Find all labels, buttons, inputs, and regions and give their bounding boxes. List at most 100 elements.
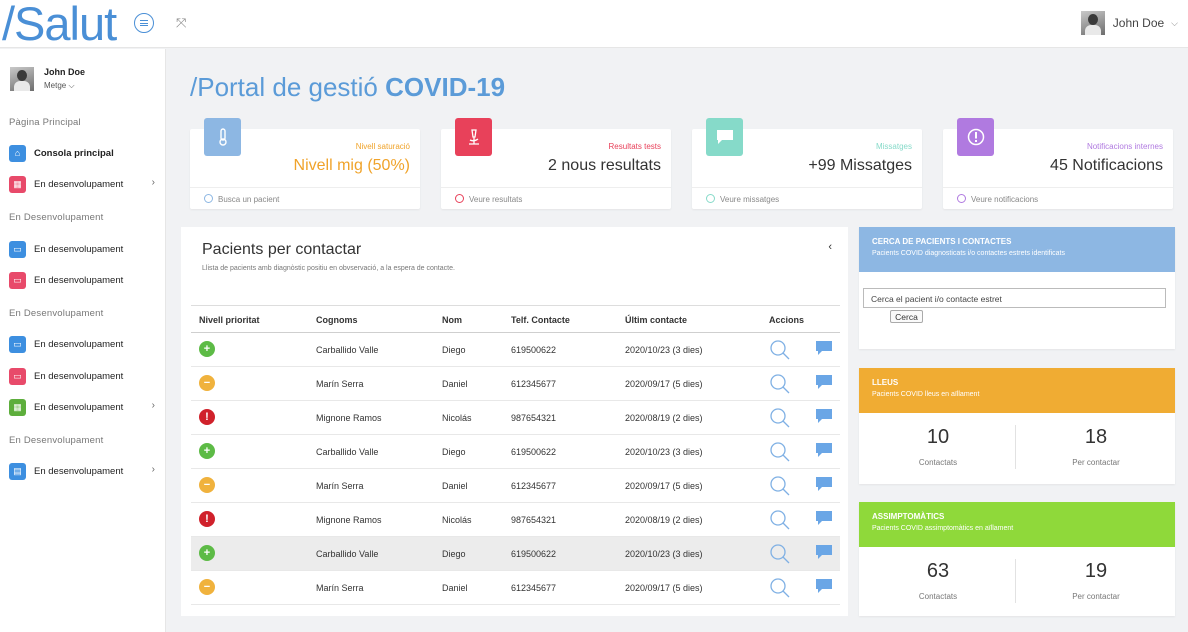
table-row[interactable]: − Marín Serra Daniel 612345677 2020/09/17 (5…	[191, 571, 840, 605]
cell-name: Nicolás	[442, 413, 472, 423]
stat-card-tests: Resultats tests 2 nous resultats Veure r…	[441, 118, 671, 209]
search-icon[interactable]	[769, 543, 791, 565]
stat-footer-link[interactable]: Veure missatges	[692, 187, 922, 209]
cell-last-contact: 2020/10/23 (3 dies)	[625, 345, 703, 355]
cell-last-contact: 2020/09/17 (5 dies)	[625, 379, 703, 389]
card-title: Cerca de pacients i contactes	[872, 237, 1012, 246]
table-row[interactable]: + Carballido Valle Diego 619500622 2020/10/2…	[191, 435, 840, 469]
sidebar-user[interactable]: John Doe Metge ⌵	[10, 67, 85, 91]
sidebar-item-console[interactable]: ⌂ Consola principal	[9, 144, 159, 162]
sidebar-item-dev-3[interactable]: ▭ En desenvolupament	[9, 271, 159, 289]
contacted-count: 63 Contactats	[918, 560, 958, 601]
priority-red-icon: !	[199, 409, 215, 425]
cell-phone: 619500622	[511, 345, 557, 355]
sidebar-item-dev-7[interactable]: ▤ En desenvolupament ›	[9, 462, 159, 480]
priority-green-icon: +	[199, 341, 215, 357]
cell-name: Diego	[442, 447, 466, 457]
card-title: Pacients per contactar	[202, 241, 362, 258]
card-header: Lleus Pacients COVID lleus en aïllament	[859, 368, 1175, 413]
cell-name: Daniel	[442, 379, 468, 389]
sidebar-item-dev-6[interactable]: ▦ En desenvolupament ›	[9, 398, 159, 416]
sidebar-item-dev-4[interactable]: ▭ En desenvolupament	[9, 335, 159, 353]
sidebar-item-dev-5[interactable]: ▭ En desenvolupament	[9, 367, 159, 385]
stat-label: Nivell saturació	[355, 142, 410, 151]
sidebar-item-label: En desenvolupament	[34, 243, 124, 255]
divider	[1015, 559, 1016, 603]
cell-name: Diego	[442, 345, 466, 355]
message-icon	[706, 118, 743, 156]
pending-count: 18 Per contactar	[1072, 426, 1120, 467]
search-icon[interactable]	[769, 441, 791, 463]
search-icon[interactable]	[769, 407, 791, 429]
cell-phone: 987654321	[511, 413, 557, 423]
table-row[interactable]: + Carballido Valle Diego 619500622 2020/10/2…	[191, 537, 840, 571]
app-logo[interactable]: /Salut	[2, 0, 117, 51]
cell-surname: Mignone Ramos	[316, 413, 382, 423]
search-button[interactable]: Cerca	[890, 310, 923, 323]
stat-card-messages: Missatges +99 Missatges Veure missatges	[692, 118, 922, 209]
sidebar-item-dev-1[interactable]: ▦ En desenvolupament ›	[9, 175, 159, 193]
cell-phone: 987654321	[511, 515, 557, 525]
section-heading: En Desenvolupament	[9, 212, 104, 223]
table-row[interactable]: ! Mignone Ramos Nicolás 987654321 2020/08/19…	[191, 503, 840, 537]
fullscreen-icon[interactable]: ⤧	[176, 15, 186, 31]
stat-card-saturation: Nivell saturació Nivell mig (50%) Busca …	[190, 118, 420, 209]
stat-value: 2 nous resultats	[548, 157, 661, 174]
section-heading: Pàgina Principal	[9, 117, 81, 128]
cell-last-contact: 2020/10/23 (3 dies)	[625, 549, 703, 559]
search-icon[interactable]	[769, 509, 791, 531]
cell-name: Nicolás	[442, 515, 472, 525]
search-icon[interactable]	[769, 475, 791, 497]
message-icon[interactable]	[815, 544, 833, 561]
microscope-icon	[455, 118, 492, 156]
avatar	[1080, 11, 1105, 35]
column-header[interactable]: Cognoms	[316, 315, 358, 325]
collapse-icon[interactable]: ‹	[828, 241, 832, 253]
message-icon[interactable]	[815, 374, 833, 391]
column-header[interactable]: Nom	[442, 315, 462, 325]
cell-phone: 612345677	[511, 379, 557, 389]
cell-phone: 619500622	[511, 447, 557, 457]
cell-last-contact: 2020/09/17 (5 dies)	[625, 481, 703, 491]
cell-surname: Marín Serra	[316, 481, 364, 491]
stat-footer-link[interactable]: Veure resultats	[441, 187, 671, 209]
cell-surname: Marín Serra	[316, 583, 364, 593]
message-icon[interactable]	[815, 340, 833, 357]
document-icon: ▤	[9, 462, 26, 480]
column-header: Accions	[769, 315, 805, 325]
patient-search-input[interactable]: Cerca el pacient i/o contacte estret	[863, 288, 1166, 308]
card-header: Cerca de pacients i contactes Pacients C…	[859, 227, 1175, 272]
message-icon[interactable]	[815, 510, 833, 527]
chevron-right-icon: ›	[151, 177, 155, 188]
thermometer-icon	[204, 118, 241, 156]
priority-green-icon: +	[199, 443, 215, 459]
card-subtitle: Pacients COVID assimptomàtics en aïllame…	[872, 525, 1014, 532]
card-subtitle: Pacients COVID lleus en aïllament	[872, 391, 980, 398]
message-icon[interactable]	[815, 578, 833, 595]
column-header[interactable]: Nivell prioritat	[199, 315, 260, 325]
menu-toggle-icon[interactable]	[134, 13, 154, 33]
table-row[interactable]: ! Mignone Ramos Nicolás 987654321 2020/08/19…	[191, 401, 840, 435]
patients-card: Pacients per contactar Llista de pacient…	[181, 227, 848, 616]
search-icon[interactable]	[769, 339, 791, 361]
search-icon[interactable]	[769, 577, 791, 599]
alert-icon	[957, 118, 994, 156]
user-menu[interactable]: John Doe ⌵	[1080, 11, 1178, 35]
search-icon[interactable]	[769, 373, 791, 395]
message-icon[interactable]	[815, 442, 833, 459]
message-icon[interactable]	[815, 476, 833, 493]
stat-footer-link[interactable]: Busca un pacient	[190, 187, 420, 209]
cell-name: Daniel	[442, 481, 468, 491]
table-row[interactable]: − Marín Serra Daniel 612345677 2020/09/17 (5…	[191, 367, 840, 401]
chat-icon: ▭	[9, 240, 26, 258]
column-header[interactable]: Telf. Contacte	[511, 315, 570, 325]
sidebar-item-dev-2[interactable]: ▭ En desenvolupament	[9, 240, 159, 258]
stat-footer-link[interactable]: Veure notificacions	[943, 187, 1173, 209]
table-row[interactable]: − Marín Serra Daniel 612345677 2020/09/17 (5…	[191, 469, 840, 503]
priority-orange-icon: −	[199, 477, 215, 493]
column-header[interactable]: Últim contacte	[625, 315, 687, 325]
cell-surname: Carballido Valle	[316, 345, 379, 355]
message-icon[interactable]	[815, 408, 833, 425]
chat-icon: ▭	[9, 335, 26, 353]
table-row[interactable]: + Carballido Valle Diego 619500622 2020/10/2…	[191, 333, 840, 367]
